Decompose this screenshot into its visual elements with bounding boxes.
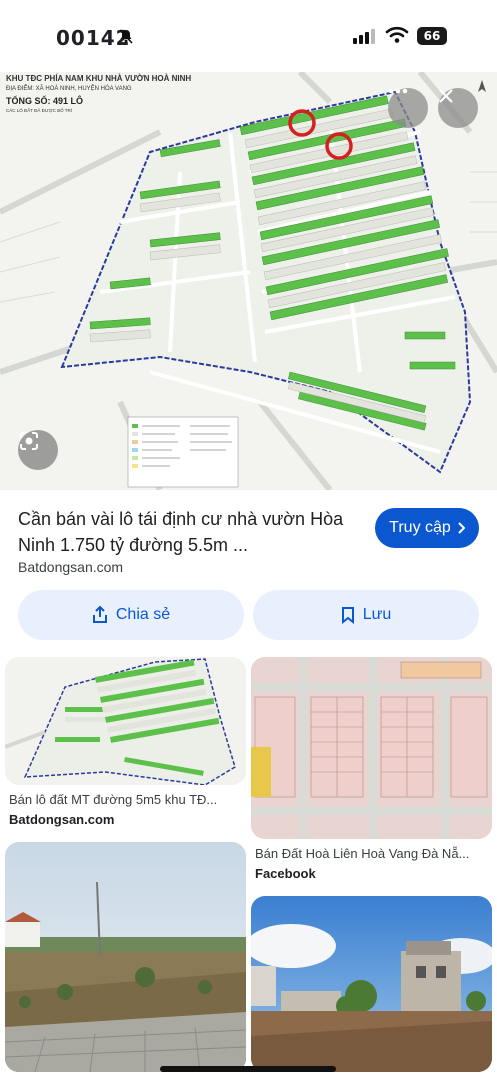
battery-indicator: 66 bbox=[417, 27, 447, 45]
close-icon bbox=[439, 89, 453, 103]
lens-icon bbox=[20, 432, 38, 450]
lens-search-button[interactable] bbox=[18, 430, 58, 470]
related-card-1[interactable] bbox=[5, 657, 246, 785]
close-button[interactable] bbox=[438, 88, 478, 128]
chevron-right-icon bbox=[458, 522, 465, 534]
hero-image[interactable]: KHU TĐC PHÍA NAM KHU NHÀ VƯỜN HOÀ NINH Đ… bbox=[0, 72, 497, 490]
related-source-2: Facebook bbox=[255, 866, 316, 881]
share-button[interactable]: Chia sẻ bbox=[18, 590, 244, 640]
related-card-2[interactable] bbox=[251, 657, 492, 839]
related-thumbnail-3 bbox=[5, 842, 246, 1072]
related-source-1: Batdongsan.com bbox=[9, 812, 115, 827]
result-source: Batdongsan.com bbox=[18, 559, 124, 575]
map-title: KHU TĐC PHÍA NAM KHU NHÀ VƯỜN HOÀ NINH bbox=[6, 74, 192, 83]
share-button-label: Chia sẻ bbox=[115, 606, 171, 623]
related-card-4[interactable] bbox=[251, 896, 492, 1072]
status-bar: 00142 66 bbox=[0, 0, 497, 72]
related-thumbnail-4 bbox=[251, 896, 492, 1072]
map-legend bbox=[127, 416, 239, 488]
related-caption-2[interactable]: Bán Đất Hoà Liên Hoà Vang Đà Nẵ... bbox=[255, 846, 491, 861]
more-options-button[interactable] bbox=[388, 88, 428, 128]
result-title[interactable]: Cần bán vài lô tái định cư nhà vườn Hòa … bbox=[18, 506, 358, 558]
save-button-label: Lưu bbox=[362, 606, 392, 623]
home-indicator[interactable] bbox=[160, 1066, 336, 1072]
bookmark-icon bbox=[341, 607, 354, 624]
wifi-icon bbox=[385, 26, 409, 43]
related-card-3[interactable] bbox=[5, 842, 246, 1072]
bell-muted-icon bbox=[119, 29, 133, 44]
save-button[interactable]: Lưu bbox=[253, 590, 479, 640]
signal-icon bbox=[353, 29, 375, 44]
visit-button[interactable]: Truy cập bbox=[375, 508, 479, 548]
related-thumbnail-2 bbox=[251, 657, 492, 839]
share-icon bbox=[92, 606, 107, 623]
more-horizontal-icon bbox=[388, 88, 408, 94]
site-plan-map bbox=[0, 72, 497, 490]
map-total: TỔNG SỐ: 491 LÔ bbox=[6, 96, 84, 106]
visit-button-label: Truy cập bbox=[389, 519, 451, 536]
map-subtitle: ĐỊA ĐIỂM: XÃ HOÀ NINH, HUYỆN HÒA VANG bbox=[6, 86, 132, 92]
map-note: CÁC LÔ ĐẤT ĐÃ ĐƯỢC BỐ TRÍ bbox=[6, 108, 73, 113]
related-thumbnail-1 bbox=[5, 657, 246, 785]
related-caption-1[interactable]: Bán lô đất MT đường 5m5 khu TĐ... bbox=[9, 792, 245, 807]
